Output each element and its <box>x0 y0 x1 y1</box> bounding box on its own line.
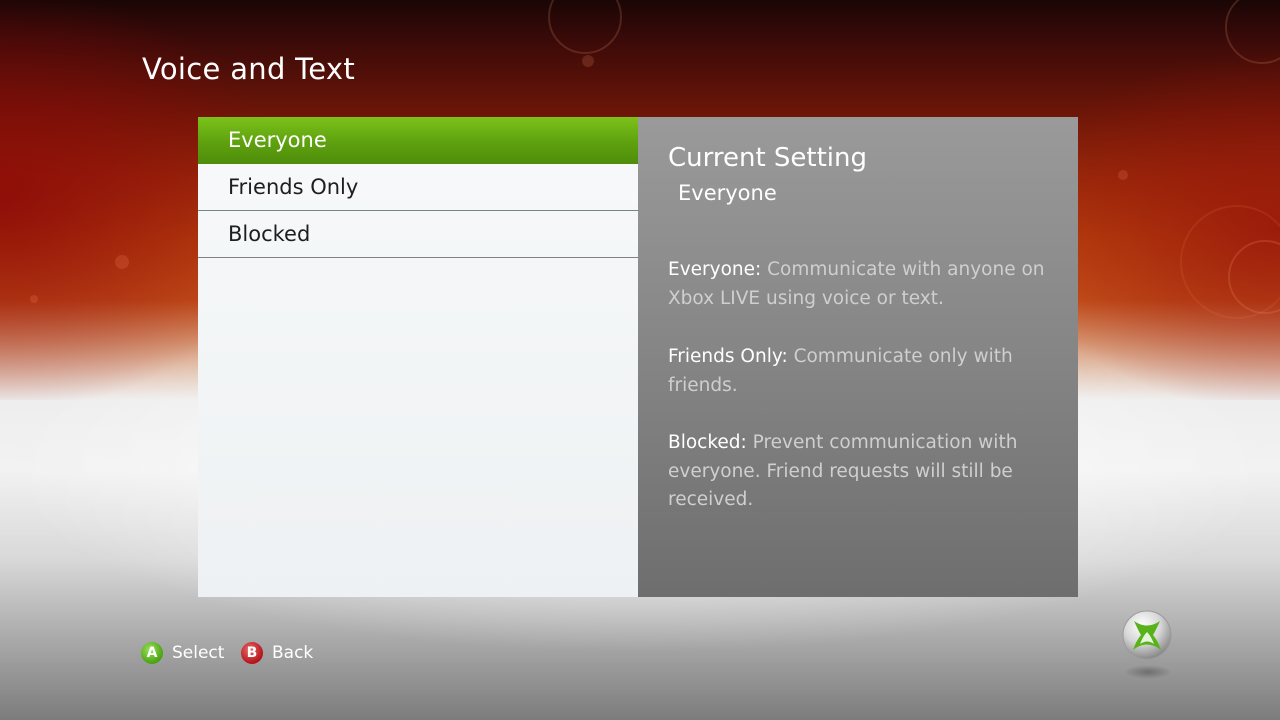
info-panel: Current Setting Everyone Everyone: Commu… <box>638 117 1078 597</box>
option-everyone[interactable]: Everyone <box>198 117 638 164</box>
option-blocked[interactable]: Blocked <box>198 211 638 258</box>
option-label: Everyone <box>228 128 327 152</box>
current-setting-value: Everyone <box>678 181 777 205</box>
select-label: Select <box>172 643 225 663</box>
background-dot <box>115 255 129 269</box>
description-friends-only: Friends Only: Communicate only with frie… <box>668 343 1053 400</box>
description-term: Everyone: <box>668 259 762 280</box>
select-hint[interactable]: A Select <box>141 642 224 664</box>
option-friends-only[interactable]: Friends Only <box>198 164 638 211</box>
xbox-guide-icon[interactable] <box>1122 610 1172 660</box>
a-button-icon: A <box>141 642 163 664</box>
description-everyone: Everyone: Communicate with anyone on Xbo… <box>668 256 1053 313</box>
description-term: Blocked: <box>668 432 747 453</box>
background-dot <box>1118 170 1128 180</box>
back-label: Back <box>272 643 314 663</box>
page-title: Voice and Text <box>142 52 356 86</box>
description-term: Friends Only: <box>668 346 788 367</box>
option-label: Friends Only <box>228 175 359 199</box>
back-hint[interactable]: B Back <box>241 642 313 664</box>
b-button-icon: B <box>241 642 263 664</box>
current-setting-heading: Current Setting <box>668 143 868 173</box>
background-circle <box>1225 0 1280 64</box>
background-dot <box>30 295 38 303</box>
background-circle <box>1180 205 1280 319</box>
description-blocked: Blocked: Prevent communication with ever… <box>668 429 1053 515</box>
background-dot <box>582 55 594 67</box>
background-circle <box>548 0 622 54</box>
logo-shadow <box>1124 665 1172 679</box>
option-label: Blocked <box>228 222 311 246</box>
options-list: Everyone Friends Only Blocked <box>198 117 638 597</box>
